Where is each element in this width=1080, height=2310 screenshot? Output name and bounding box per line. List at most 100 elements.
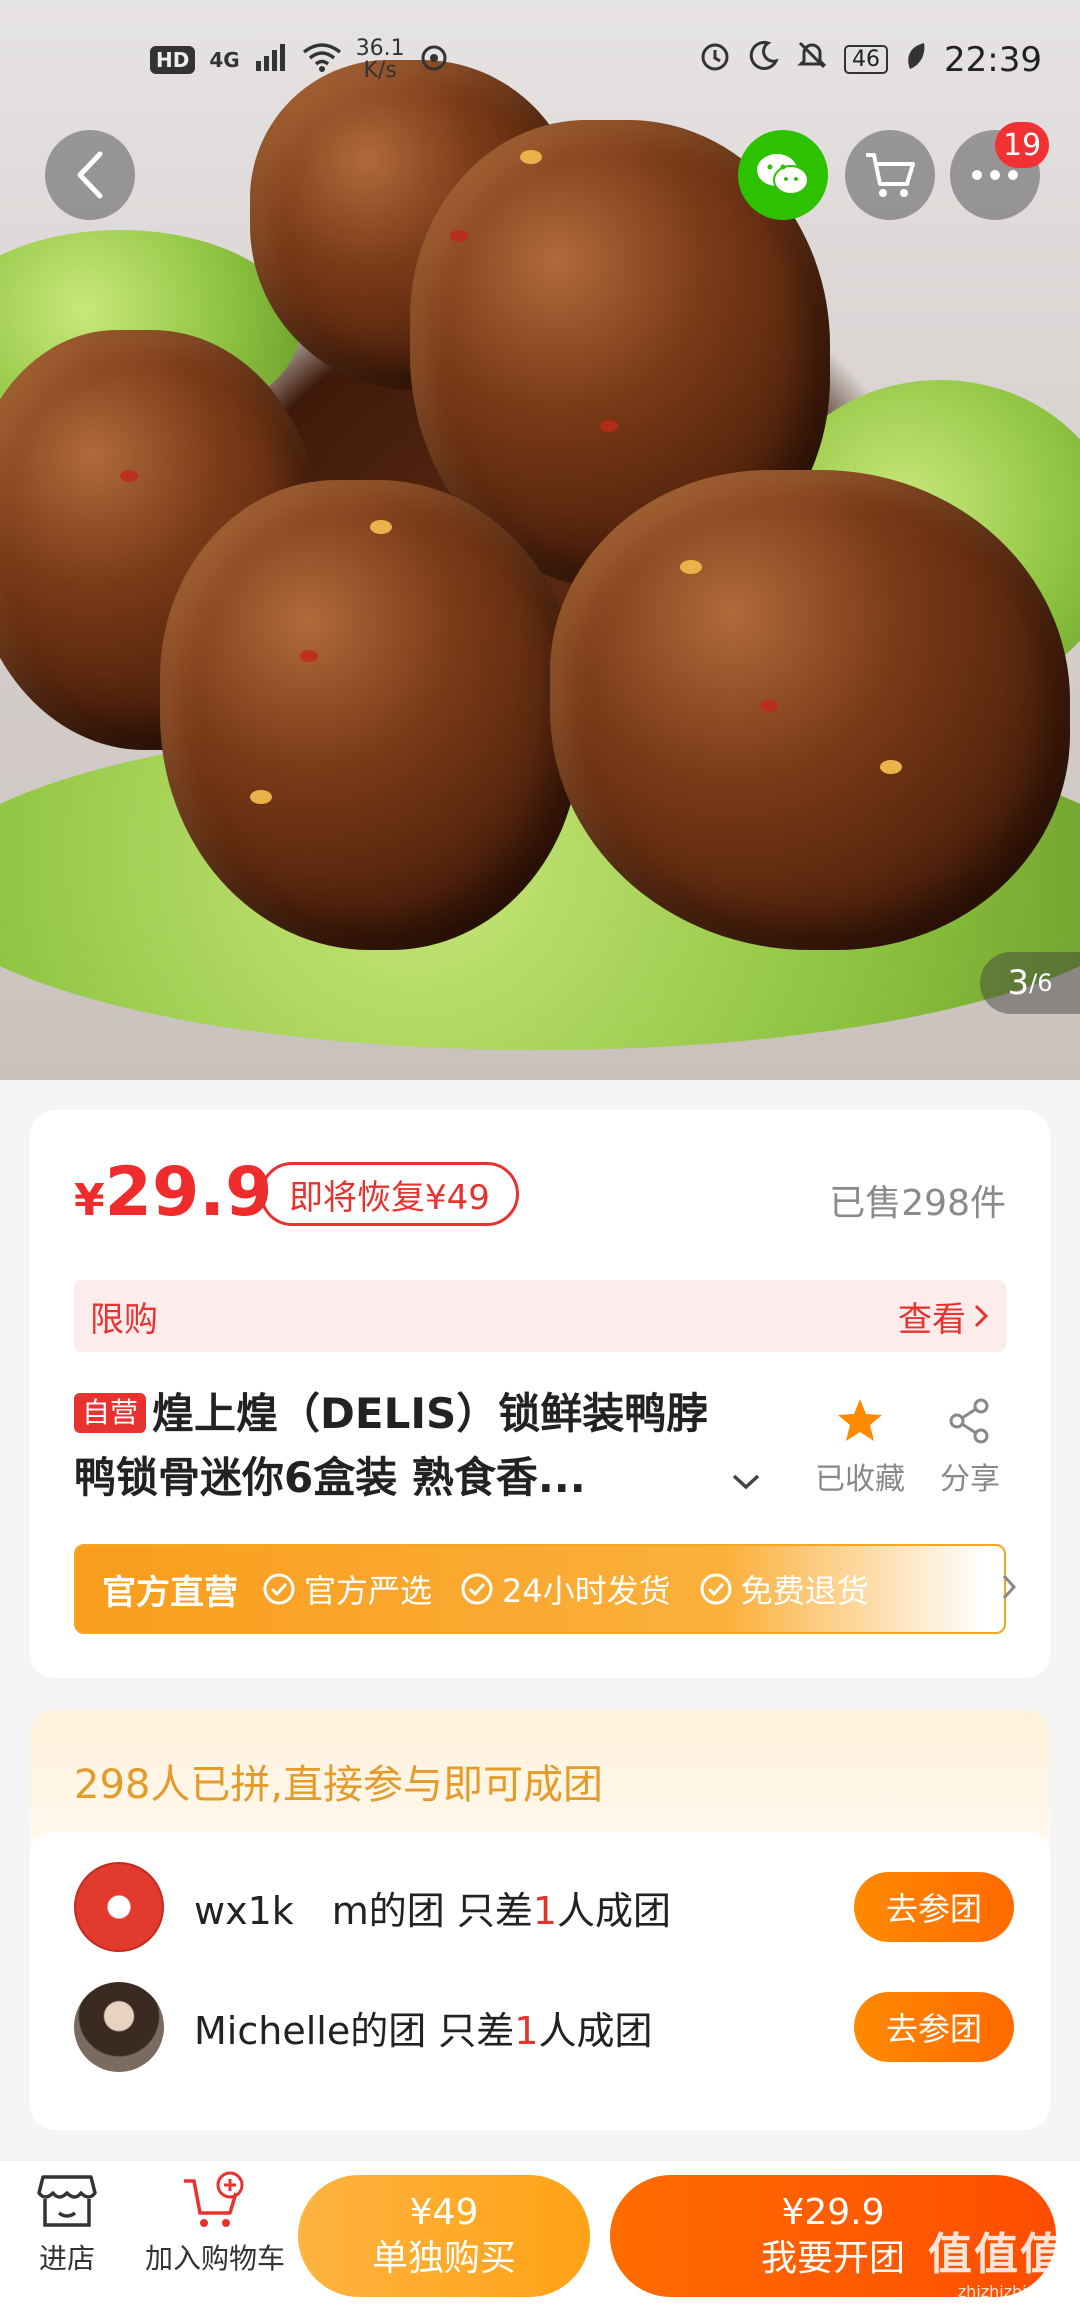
watermark-sub: zhizhizhi.com bbox=[957, 2282, 1066, 2301]
chevron-right-icon bbox=[1002, 1574, 1017, 1600]
wifi-icon bbox=[302, 42, 342, 79]
group-suffix: 人成团 bbox=[538, 2008, 653, 2053]
service-item: 免费退货 bbox=[699, 1566, 869, 1612]
wechat-share-button[interactable] bbox=[738, 130, 828, 220]
chili-seed bbox=[680, 560, 702, 574]
service-item-label: 24小时发货 bbox=[502, 1572, 671, 1610]
share-button[interactable]: 分享 bbox=[920, 1396, 1020, 1498]
price-value: 29.9 bbox=[104, 1153, 273, 1232]
add-cart-icon bbox=[184, 2171, 244, 2227]
product-info-card: ¥29.9 即将恢复¥49 已售298件 限购 查看 自营 煌上煌（DELIS）锁… bbox=[30, 1110, 1050, 1678]
check-circle-icon bbox=[700, 1573, 732, 1605]
group-row-text: wx1k m的团 只差1人成团 bbox=[194, 1880, 854, 1935]
leaf-icon bbox=[904, 40, 928, 80]
store-button[interactable]: 进店 bbox=[22, 2171, 112, 2277]
group-suffix: 人成团 bbox=[557, 1888, 672, 1933]
add-to-cart-label: 加入购物车 bbox=[144, 2242, 285, 2275]
moon-icon bbox=[748, 39, 780, 80]
clock-time: 22:39 bbox=[944, 39, 1042, 80]
restore-price-tag: 即将恢复¥49 bbox=[260, 1162, 519, 1226]
group-owner: Michelle的团 只差 bbox=[194, 2008, 515, 2053]
group-row: wx1k m的团 只差1人成团 去参团 bbox=[74, 1862, 1014, 1952]
chili-seed bbox=[370, 520, 392, 534]
check-circle-icon bbox=[461, 1573, 493, 1605]
notification-badge: 19 bbox=[995, 122, 1050, 168]
signal-icon bbox=[254, 43, 288, 78]
battery-indicator: 46 bbox=[844, 45, 889, 74]
join-group-button[interactable]: 去参团 bbox=[854, 1872, 1014, 1942]
group-row: Michelle的团 只差1人成团 去参团 bbox=[74, 1982, 1014, 2072]
limit-view-link[interactable]: 查看 bbox=[898, 1292, 990, 1341]
network-speed: 36.1 K/s bbox=[356, 38, 405, 82]
check-circle-icon bbox=[263, 1573, 295, 1605]
hotspot-icon bbox=[419, 42, 449, 79]
network-type: 4G bbox=[209, 48, 240, 72]
join-group-button[interactable]: 去参团 bbox=[854, 1992, 1014, 2062]
single-price: ¥49 bbox=[409, 2192, 479, 2233]
pager-total: /6 bbox=[1029, 969, 1053, 997]
product-title-text: 煌上煌（DELIS）锁鲜装鸭脖鸭锁骨迷你6盒装 熟食香... bbox=[74, 1389, 709, 1502]
back-button[interactable] bbox=[45, 130, 135, 220]
service-item-label: 免费退货 bbox=[740, 1572, 869, 1610]
speed-unit: K/s bbox=[363, 58, 397, 83]
alarm-icon bbox=[698, 38, 732, 81]
avatar bbox=[74, 1862, 164, 1952]
favorite-button[interactable]: 已收藏 bbox=[800, 1396, 920, 1498]
group-needed-count: 1 bbox=[532, 1888, 558, 1933]
official-service-bar[interactable]: 官方直营 官方严选 24小时发货 免费退货 bbox=[74, 1544, 1017, 1634]
chevron-down-icon[interactable] bbox=[730, 1472, 762, 1492]
service-item: 官方严选 bbox=[262, 1566, 432, 1612]
limit-label: 限购 bbox=[90, 1299, 158, 1340]
more-icon bbox=[972, 170, 1018, 180]
chili-seed bbox=[880, 760, 902, 774]
chili-fleck bbox=[120, 470, 138, 482]
watermark: 值值值 zhizhizhi.com bbox=[928, 2218, 1066, 2301]
chevron-right-icon bbox=[974, 1304, 989, 1328]
gallery-pager: 3/6 bbox=[980, 952, 1080, 1014]
share-icon bbox=[949, 1398, 989, 1444]
chili-fleck bbox=[600, 420, 618, 432]
chili-fleck bbox=[760, 700, 778, 712]
group-buy-card: 298人已拼,直接参与即可成团 wx1k m的团 只差1人成团 去参团 Mich… bbox=[30, 1710, 1050, 2130]
official-label: 官方直营 bbox=[102, 1572, 238, 1613]
add-to-cart-button[interactable]: 加入购物车 bbox=[130, 2171, 300, 2277]
group-needed-count: 1 bbox=[514, 2008, 539, 2053]
cart-button[interactable] bbox=[845, 130, 935, 220]
product-image-gallery[interactable]: HD 4G 36.1 K/s 46 22:39 19 3 /6 bbox=[0, 0, 1080, 1080]
service-item: 24小时发货 bbox=[460, 1566, 671, 1612]
bottom-action-bar: 进店 加入购物车 ¥49 单独购买 ¥29.9 我要开团 bbox=[0, 2160, 1080, 2310]
favorite-label: 已收藏 bbox=[815, 1462, 905, 1497]
chili-seed bbox=[520, 150, 542, 164]
status-bar: HD 4G 36.1 K/s 46 22:39 bbox=[0, 0, 1080, 120]
chili-seed bbox=[250, 790, 272, 804]
food-piece bbox=[160, 480, 580, 950]
single-label: 单独购买 bbox=[371, 2238, 516, 2279]
hd-indicator: HD bbox=[150, 46, 196, 74]
store-icon bbox=[37, 2175, 97, 2227]
star-icon bbox=[838, 1399, 882, 1441]
mute-icon bbox=[796, 39, 828, 80]
sold-count: 已售298件 bbox=[829, 1183, 1006, 1224]
pager-current: 3 bbox=[1007, 963, 1030, 1003]
chili-fleck bbox=[450, 230, 468, 242]
food-piece bbox=[550, 470, 1070, 950]
product-title: 自营 煌上煌（DELIS）锁鲜装鸭脖鸭锁骨迷你6盒装 熟食香... bbox=[74, 1382, 714, 1510]
chili-fleck bbox=[300, 650, 318, 662]
product-price: ¥29.9 bbox=[74, 1158, 272, 1236]
avatar bbox=[74, 1982, 164, 2072]
group-list: wx1k m的团 只差1人成团 去参团 Michelle的团 只差1人成团 去参… bbox=[30, 1832, 1050, 2130]
cart-icon bbox=[866, 153, 915, 197]
service-item-label: 官方严选 bbox=[304, 1572, 433, 1610]
wechat-icon bbox=[757, 154, 809, 195]
store-label: 进店 bbox=[38, 2242, 95, 2275]
group-owner: wx1k m的团 只差 bbox=[194, 1888, 533, 1933]
self-operated-tag: 自营 bbox=[74, 1393, 147, 1433]
watermark-text: 值值值 bbox=[928, 2229, 1066, 2280]
purchase-limit-bar[interactable]: 限购 查看 bbox=[74, 1280, 1006, 1352]
price-symbol: ¥ bbox=[74, 1175, 105, 1226]
limit-view-label: 查看 bbox=[898, 1299, 966, 1340]
buy-single-button[interactable]: ¥49 单独购买 bbox=[298, 2175, 590, 2297]
group-headline: 298人已拼,直接参与即可成团 bbox=[74, 1762, 604, 1808]
group-row-text: Michelle的团 只差1人成团 bbox=[194, 2000, 854, 2055]
back-icon bbox=[77, 151, 103, 199]
